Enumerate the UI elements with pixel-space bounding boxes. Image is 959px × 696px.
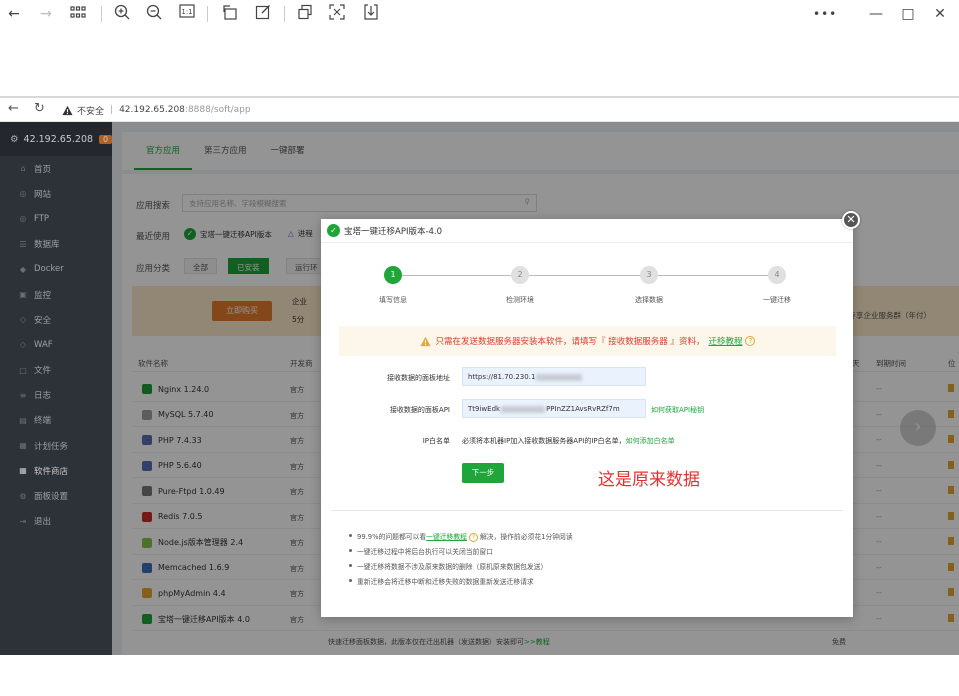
tip-item: 一键迁移将数据不涉及原来数据的删除（原机原来数据包发送） [349, 561, 573, 576]
grid-view-icon[interactable] [68, 4, 88, 24]
add-whitelist-link[interactable]: 如何添加白名单 [626, 437, 675, 445]
actual-size-icon[interactable]: 1:1 [177, 4, 197, 24]
step-connector [529, 275, 648, 276]
toolbar-divider [207, 6, 208, 22]
step-3-label: 选择数据 [635, 296, 663, 304]
ip-whitelist-label: IP白名单 [422, 437, 450, 445]
help-icon[interactable]: ? [745, 336, 756, 346]
tip-item: 99.9%的问题都可以看一键迁移教程? 解决，操作前必须花1分钟阅读 [349, 531, 573, 546]
more-options-icon[interactable]: ••• [813, 4, 836, 24]
redacted-text [536, 373, 583, 381]
rotate-icon[interactable] [220, 4, 240, 24]
zoom-in-icon[interactable] [112, 4, 132, 24]
tips-list: 99.9%的问题都可以看一键迁移教程? 解决，操作前必须花1分钟阅读 一键迁移过程… [349, 531, 573, 591]
toolbar-divider [101, 6, 102, 22]
dialog-header: ✓ 宝塔一键迁移API版本-4.0 [321, 219, 853, 243]
help-icon[interactable]: ? [468, 533, 478, 542]
url-divider: | [110, 105, 114, 115]
zoom-out-icon[interactable] [144, 4, 164, 24]
toolbar-divider [284, 6, 285, 22]
copy-icon[interactable] [295, 4, 315, 24]
ip-whitelist-text: 必须将本机器IP加入接收数据服务器API的IP白名单，如何添加白名单 [462, 437, 675, 445]
dialog-title: 宝塔一键迁移API版本-4.0 [344, 226, 443, 237]
tip-item: 一键迁移过程中将后台执行可以关闭当前窗口 [349, 546, 573, 561]
tutorial-link[interactable]: 一键迁移教程 [426, 533, 467, 541]
step-3-indicator: 3 [640, 266, 658, 284]
step-connector [402, 275, 519, 276]
notice-text: 只需在发送数据服务器安装本软件，请填写『 接收数据服务器 』资料， [435, 337, 705, 347]
close-icon[interactable]: ✕ [930, 4, 950, 24]
migration-dialog: ✓ 宝塔一键迁移API版本-4.0 1 2 3 4 填写信息 检测环境 选择数据… [321, 219, 853, 617]
edit-icon[interactable] [253, 4, 273, 24]
back-arrow-icon[interactable]: ← [4, 4, 24, 24]
tip-item: 重新迁移会将迁移中断和迁移失败的数据重新发送迁移请求 [349, 576, 573, 591]
scan-icon[interactable] [327, 4, 347, 24]
svg-text:1:1: 1:1 [181, 8, 192, 16]
panel-api-label: 接收数据的面板API [389, 406, 450, 414]
step-1-indicator: 1 [384, 266, 402, 284]
step-4-label: 一键迁移 [763, 296, 791, 304]
warning-icon [62, 105, 73, 115]
step-4-indicator: 4 [768, 266, 786, 284]
url-path: :8888/soft/app [184, 105, 251, 115]
maximize-icon[interactable]: □ [898, 4, 918, 24]
url-field[interactable]: 不安全 | 42.192.65.208 :8888/soft/app [62, 101, 251, 119]
browser-address-bar: ← ↻ 不安全 | 42.192.65.208 :8888/soft/app [0, 98, 959, 122]
step-connector [658, 275, 776, 276]
sidebar-dim-overlay [0, 122, 112, 655]
annotation-text: 这是原来数据 [598, 470, 700, 490]
browser-back-icon[interactable]: ← [8, 101, 19, 116]
get-api-key-link[interactable]: 如何获取API秘钥 [651, 405, 704, 415]
url-host: 42.192.65.208 [119, 105, 185, 115]
next-step-button[interactable]: 下一步 [462, 463, 504, 483]
check-icon: ✓ [327, 224, 340, 237]
step-2-label: 检测环境 [506, 296, 534, 304]
migration-tutorial-link[interactable]: 迁移教程 [708, 335, 742, 347]
step-2-indicator: 2 [511, 266, 529, 284]
notice-banner: 只需在发送数据服务器安装本软件，请填写『 接收数据服务器 』资料， 迁移教程 ? [339, 326, 836, 356]
panel-address-label: 接收数据的面板地址 [387, 374, 450, 382]
dialog-close-button[interactable]: ✕ [842, 211, 860, 229]
redacted-text [501, 405, 546, 413]
panel-api-input[interactable]: Tt9iwEdk PPInZZ1AvsRvRZf7m [462, 399, 646, 418]
minimize-icon[interactable]: — [866, 4, 886, 24]
forward-arrow-icon[interactable]: → [36, 4, 56, 24]
reload-icon[interactable]: ↻ [34, 101, 45, 116]
panel-address-input[interactable]: https://81.70.230.1 [462, 367, 646, 386]
dialog-divider [331, 510, 843, 511]
warning-icon [419, 336, 431, 346]
security-label: 不安全 [77, 106, 105, 117]
download-icon[interactable] [361, 4, 381, 24]
step-1-label: 填写信息 [379, 296, 407, 304]
image-viewer-toolbar: ← → 1:1 ••• — □ ✕ [0, 0, 959, 28]
